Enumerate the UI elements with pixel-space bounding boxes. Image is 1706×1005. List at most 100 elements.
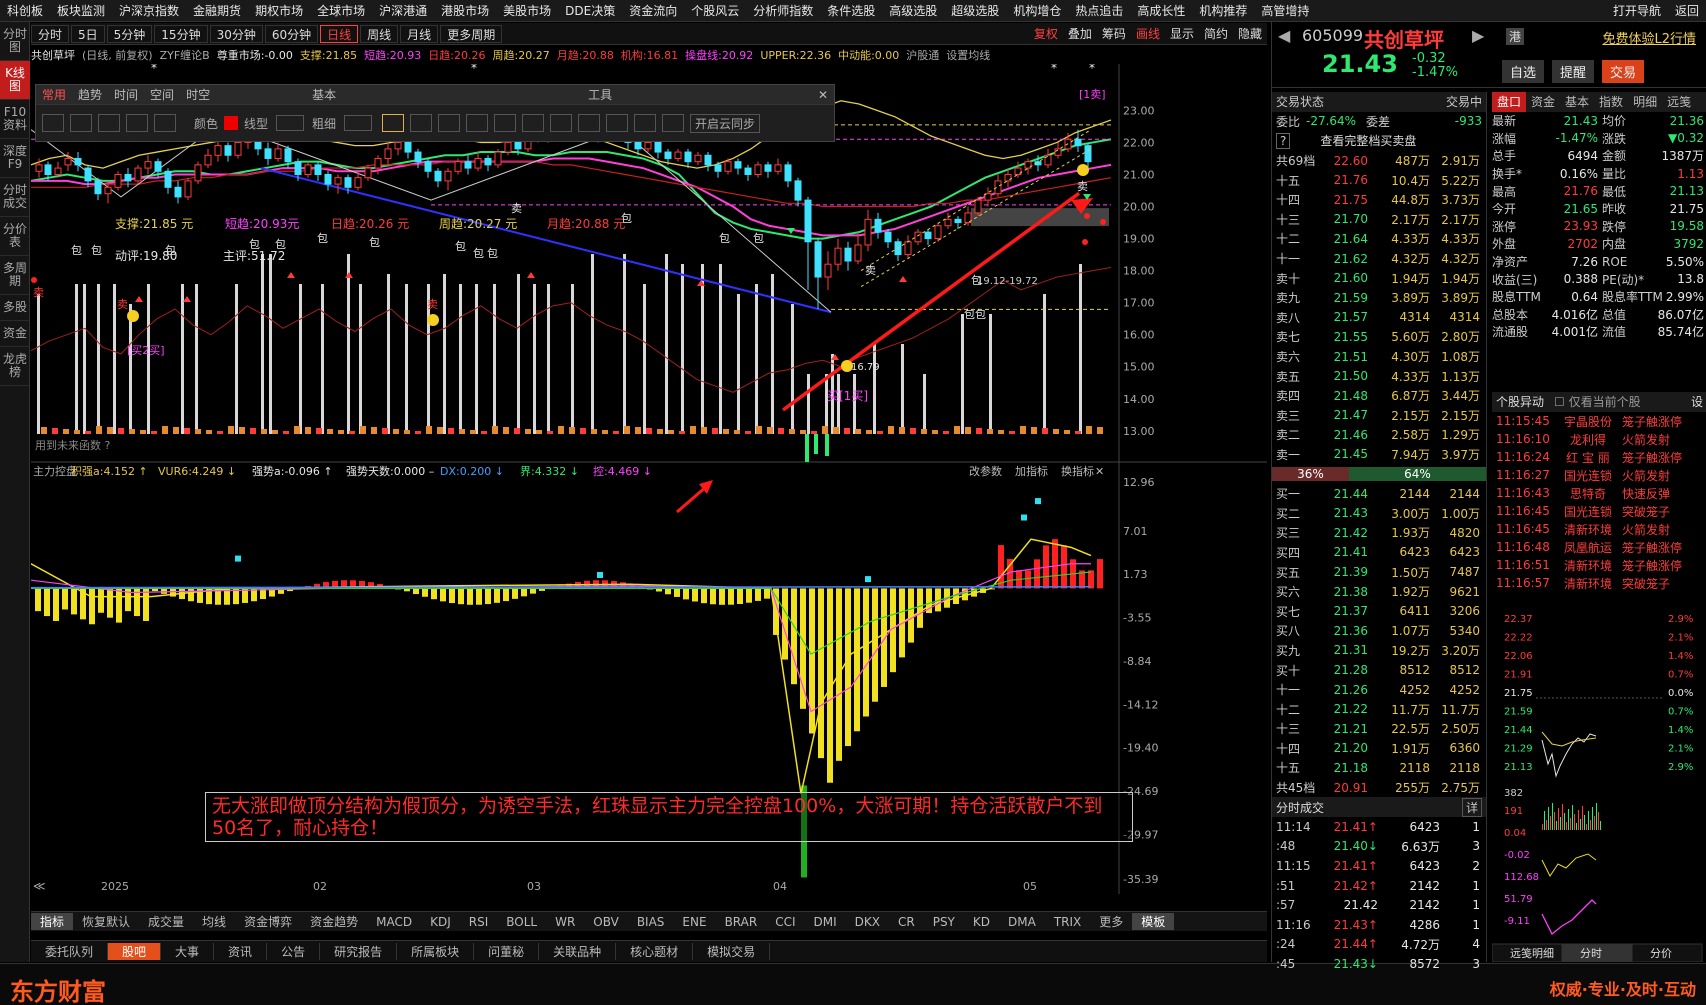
quote-tab[interactable]: 指数 <box>1594 92 1628 112</box>
bottom-tab[interactable]: 委托队列 <box>31 943 109 960</box>
text-tool-icon[interactable] <box>494 114 517 132</box>
leftbar-item[interactable]: F10资料 <box>0 100 30 139</box>
line-type-select[interactable] <box>276 115 305 131</box>
drawing-tool-panel[interactable]: 常用 趋势 时间 空间 时空 基本 工具 ✕ 颜色 线型 粗细 开启云同步 <box>35 84 835 142</box>
menu-right-item[interactable]: 打开导航 <box>1606 2 1668 19</box>
tool-tab[interactable]: 空间 <box>144 86 180 103</box>
period-tab[interactable]: 30分钟 <box>209 24 263 43</box>
indicator-tab[interactable]: 模板 <box>1132 913 1175 930</box>
alert-row[interactable]: 11:16:45 国光连锁 突破笼子 <box>1492 502 1706 520</box>
only-current-checkbox[interactable]: ☐ 仅看当前个股 <box>1554 392 1641 412</box>
ticks-detail-button[interactable]: 详 <box>1461 797 1482 817</box>
leftbar-item[interactable]: 资金 <box>0 321 30 347</box>
indicator-tab[interactable]: CCI <box>766 915 804 929</box>
menu-item[interactable]: 超级选股 <box>944 2 1006 19</box>
alert-row[interactable]: 11:16:51 清新环境 笼子触涨停 <box>1492 556 1706 574</box>
chart-option-button[interactable]: 筹码 <box>1097 25 1131 42</box>
leftbar-item[interactable]: 龙虎榜 <box>0 347 30 386</box>
indicator-button[interactable]: 改参数 <box>969 464 1002 478</box>
indicator-tab[interactable]: OBV <box>584 915 628 929</box>
quote-tab[interactable]: 基本 <box>1560 92 1594 112</box>
l2-promo-link[interactable]: 免费体验L2行情 <box>1602 28 1696 47</box>
leftbar-item[interactable]: 分时成交 <box>0 178 30 217</box>
intraday-mini-chart[interactable]: 22.37 22.22 22.06 21.91 21.75 21.59 21.44 21.29… <box>1491 614 1706 963</box>
line-tool-icon[interactable] <box>42 114 64 132</box>
number-tool-icon[interactable] <box>466 114 489 132</box>
indicator-tab[interactable]: CR <box>889 915 924 929</box>
quote-tab[interactable]: 盘口 <box>1492 92 1527 112</box>
menu-item[interactable]: 高成长性 <box>1130 2 1192 19</box>
lock-icon[interactable] <box>662 114 685 132</box>
bottom-tab[interactable]: 公告 <box>267 943 321 960</box>
alert-row[interactable]: 11:16:57 清新环境 突破笼子 <box>1492 574 1706 592</box>
indicator-tab[interactable]: TRIX <box>1045 915 1090 929</box>
stock-action-button[interactable]: 自选 <box>1502 60 1545 83</box>
arrow-down-icon[interactable] <box>438 114 461 132</box>
indicator-tab[interactable]: BRAR <box>716 915 767 929</box>
mini-tab[interactable]: 分价 <box>1650 947 1672 960</box>
chart-option-button[interactable]: 复权 <box>1029 25 1063 42</box>
menu-item[interactable]: 个股风云 <box>684 2 746 19</box>
leftbar-item[interactable]: 多股 <box>0 295 30 321</box>
alert-row[interactable]: 11:16:24 红 宝 丽笼子触涨停 <box>1492 448 1706 466</box>
indicator-tab[interactable]: PSY <box>924 915 964 929</box>
quote-tab[interactable]: 资金 <box>1526 92 1560 112</box>
leftbar-item[interactable]: 深度F9 <box>0 139 30 178</box>
indicator-tab[interactable]: DMI <box>805 915 846 929</box>
menu-item[interactable]: 机构增仓 <box>1006 2 1068 19</box>
menu-item[interactable]: 条件选股 <box>820 2 882 19</box>
menu-item[interactable]: 美股市场 <box>496 2 558 19</box>
indicator-tab[interactable]: 更多 <box>1090 913 1132 930</box>
indicator-tab[interactable]: ENE <box>673 915 715 929</box>
period-tab[interactable]: 月线 <box>400 24 439 43</box>
alerts-settings-button[interactable]: 设 <box>1691 392 1706 412</box>
menu-item[interactable]: 期权市场 <box>248 2 310 19</box>
close-icon[interactable]: ✕ <box>812 88 834 102</box>
menu-item[interactable]: 机构推荐 <box>1192 2 1254 19</box>
quote-tab[interactable]: 远笺 <box>1662 92 1696 112</box>
period-tab[interactable]: 60分钟 <box>264 24 319 43</box>
bottom-tab[interactable]: 股吧 <box>108 943 162 960</box>
indicator-tab[interactable]: 均线 <box>193 913 235 930</box>
bottom-tab[interactable]: 核心题材 <box>616 943 694 960</box>
arrow-up-icon[interactable] <box>410 114 433 132</box>
menu-item[interactable]: 金融期货 <box>186 2 248 19</box>
chart-option-button[interactable]: 画线 <box>1131 25 1165 42</box>
cursor-tool-icon[interactable] <box>382 114 405 132</box>
bottom-tab[interactable]: 模拟交易 <box>693 943 771 960</box>
color-swatch[interactable] <box>224 116 239 130</box>
alert-row[interactable]: 11:16:43 思特奇 快速反弹 <box>1492 484 1706 502</box>
alert-row[interactable]: 11:16:48 凤凰航运 笼子触涨停 <box>1492 538 1706 556</box>
stock-action-button[interactable]: 提醒 <box>1552 60 1595 83</box>
period-tab[interactable]: 5日 <box>71 24 105 43</box>
eye-icon[interactable] <box>634 114 657 132</box>
next-stock-icon[interactable]: ▶ <box>1472 26 1484 45</box>
indicator-button[interactable]: 换指标 <box>1061 464 1094 478</box>
trash-icon[interactable] <box>578 114 601 132</box>
indicator-tab[interactable]: DMA <box>999 915 1045 929</box>
menu-item[interactable]: 科创板 <box>0 2 50 19</box>
period-tab[interactable]: 更多周期 <box>440 24 503 43</box>
indicator-tab[interactable]: 恢复默认 <box>73 913 139 930</box>
menu-item[interactable]: 沪深京指数 <box>112 2 186 19</box>
indicator-tab[interactable]: KDJ <box>421 915 460 929</box>
menu-item[interactable]: 高管增持 <box>1254 2 1316 19</box>
indicator-button[interactable]: 加指标 <box>1015 464 1048 478</box>
cloud-sync-button[interactable]: 开启云同步 <box>690 113 761 133</box>
period-tab[interactable]: 周线 <box>360 24 399 43</box>
menu-item[interactable]: 沪深港通 <box>372 2 434 19</box>
tool-tab[interactable]: 时空 <box>180 86 216 103</box>
intraday-svg[interactable]: 22.37 22.22 22.06 21.91 21.75 21.59 21.44 21.29… <box>1491 614 1706 963</box>
alert-row[interactable]: 11:16:27 国光连锁 火箭发射 <box>1492 466 1706 484</box>
full-book-link[interactable]: 查看完整档买卖盘 <box>1320 132 1416 149</box>
indicator-tab[interactable]: KD <box>964 915 999 929</box>
ray-tool-icon[interactable] <box>70 114 92 132</box>
leftbar-item[interactable]: K线图 <box>0 61 30 100</box>
period-tab[interactable]: 日线 <box>320 24 359 43</box>
stock-action-button[interactable]: 交易 <box>1602 60 1645 83</box>
tool-tab[interactable]: 时间 <box>108 86 144 103</box>
kline-svg[interactable]: 23.00 22.00 21.00 20.00 19.00 18.00 17.00 16.00… <box>30 61 1267 894</box>
leftbar-item[interactable]: 多周期 <box>0 256 30 295</box>
indicator-tab[interactable]: BOLL <box>497 915 546 929</box>
chart-option-button[interactable]: 叠加 <box>1063 25 1097 42</box>
